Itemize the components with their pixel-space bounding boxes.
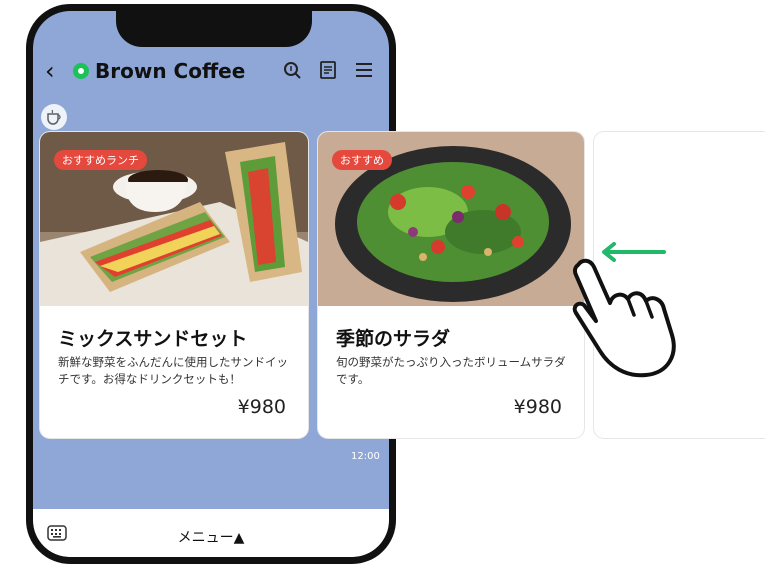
card-description: 新鮮な野菜をふんだんに使用したサンドイッチです。お得なドリンクセットも！ bbox=[58, 355, 288, 386]
card-description: 旬の野菜がたっぷり入ったボリュームサラダです。 bbox=[336, 355, 566, 386]
coffee-avatar-icon[interactable] bbox=[41, 104, 67, 130]
sandwich-photo: おすすめランチ bbox=[40, 132, 308, 306]
notes-icon[interactable] bbox=[317, 59, 339, 81]
chat-header: ‹ Brown Coffee bbox=[33, 51, 389, 91]
carousel-card[interactable]: おすすめ 季節のサラダ 旬の野菜がたっぷり入ったボリュームサラダです。 ¥980 bbox=[318, 132, 584, 438]
phone-notch bbox=[116, 11, 312, 47]
search-icon[interactable] bbox=[281, 59, 303, 81]
carousel-card[interactable]: おすすめランチ ミックスサンドセット 新鮮な野菜をふんだんに使用したサンドイッチ… bbox=[40, 132, 308, 438]
card-title: ミックスサンドセット bbox=[58, 328, 248, 350]
rich-menu-toggle[interactable]: メニュー▲ bbox=[33, 527, 389, 547]
menu-icon[interactable] bbox=[353, 59, 375, 81]
salad-photo: おすすめ bbox=[318, 132, 584, 306]
card-price: ¥980 bbox=[513, 396, 562, 418]
chat-title: Brown Coffee bbox=[95, 59, 246, 83]
swipe-hand-icon bbox=[572, 258, 676, 378]
card-price: ¥980 bbox=[237, 396, 286, 418]
message-timestamp: 12:00 bbox=[351, 451, 380, 462]
recommend-badge: おすすめランチ bbox=[54, 150, 147, 170]
card-title: 季節のサラダ bbox=[336, 328, 451, 350]
verified-shield-icon bbox=[73, 63, 89, 79]
chevron-left-icon[interactable]: ‹ bbox=[45, 57, 63, 85]
recommend-badge: おすすめ bbox=[332, 150, 392, 170]
